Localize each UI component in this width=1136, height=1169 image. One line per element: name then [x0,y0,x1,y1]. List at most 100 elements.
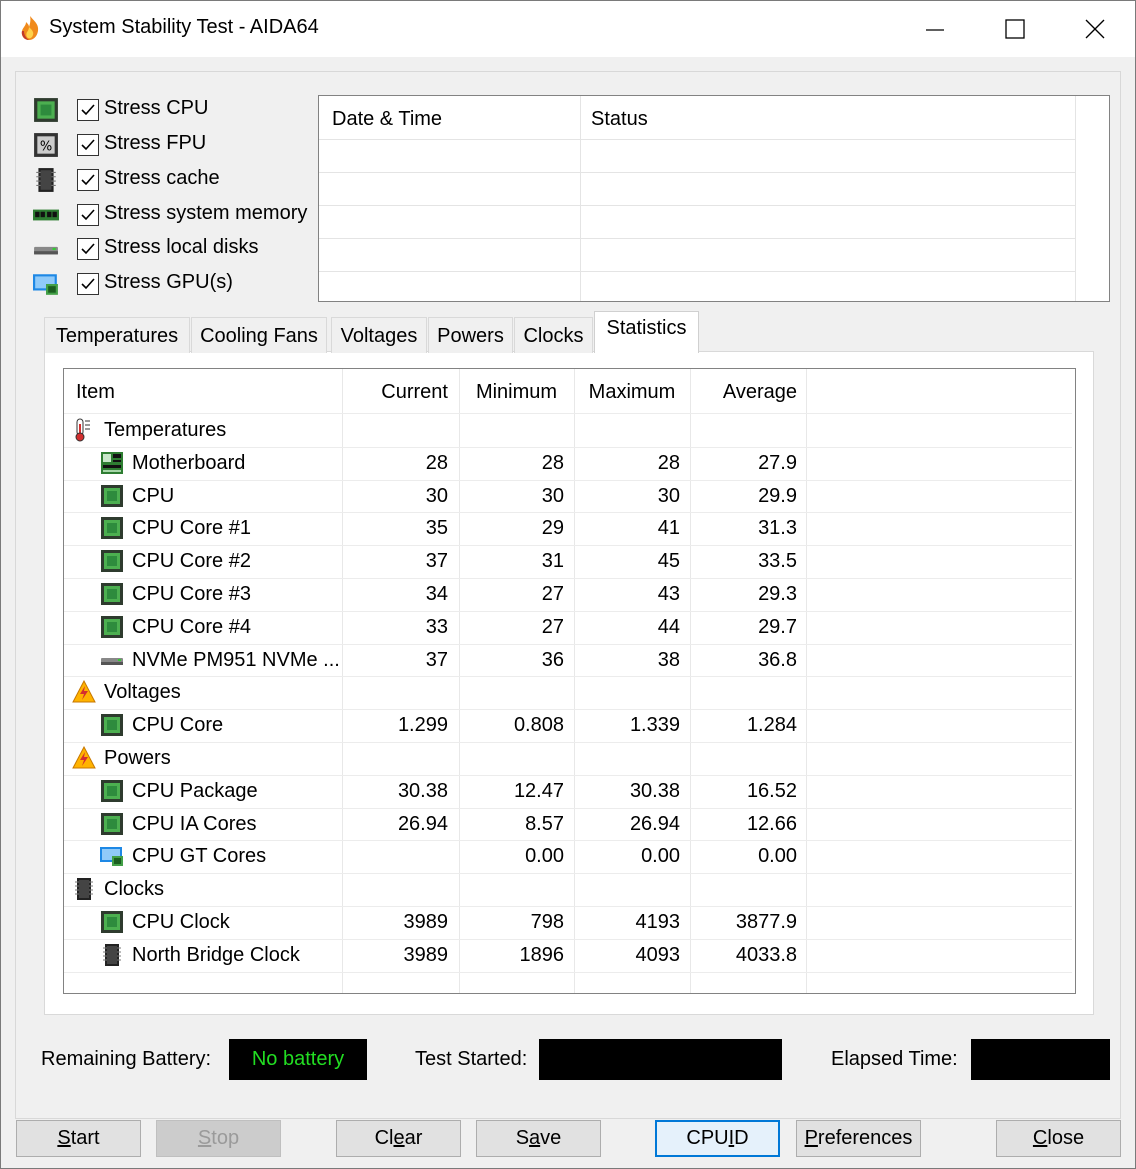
close-button[interactable]: Close [996,1120,1121,1157]
remaining-battery-label: Remaining Battery: [41,1048,212,1070]
cell-average: 36.8 [758,649,797,671]
window-title: System Stability Test - AIDA64 [49,16,319,38]
row-label: CPU Core #3 [132,583,251,605]
cell-maximum: 41 [657,517,680,539]
table-row[interactable]: CPU Core #2 37 31 45 33.5 [64,545,1072,578]
column-date-time[interactable]: Date & Time [332,108,442,131]
stress-option-label: Stress local disks [104,236,259,258]
row-label: CPU GT Cores [132,845,267,867]
cell-minimum: 0.00 [525,845,564,867]
tab-clocks[interactable]: Clocks [514,317,593,353]
stop-button[interactable]: Stop [156,1120,281,1157]
row-label: North Bridge Clock [132,944,300,966]
stress-option-label: Stress cache [104,167,220,189]
cell-average: 4033.8 [735,944,797,966]
cell-minimum: 27 [541,583,564,605]
clear-button-label: ar [404,1127,423,1149]
cell-average: 3877.9 [735,911,797,933]
table-group-row[interactable]: Temperatures [64,414,1072,447]
preferences-button[interactable]: Preferences [796,1120,921,1157]
cell-minimum: 30 [541,485,564,507]
cpu-chip-icon [100,779,124,803]
stress-checkbox[interactable] [77,169,99,191]
column-item[interactable]: Item [76,381,115,404]
cell-maximum: 4093 [635,944,681,966]
table-group-row[interactable]: Powers [64,742,1072,775]
table-row[interactable]: CPU Package 30.38 12.47 30.38 16.52 [64,775,1072,808]
cell-current: 28 [425,452,448,474]
column-minimum[interactable]: Minimum [459,381,574,404]
start-button[interactable]: Start [16,1120,141,1157]
save-button[interactable]: Save [476,1120,601,1157]
stress-checkbox[interactable] [77,204,99,226]
column-maximum[interactable]: Maximum [574,381,690,404]
stress-checkbox[interactable] [77,238,99,260]
cell-minimum: 36 [541,649,564,671]
statistics-table[interactable]: Item Current Minimum Maximum Average Tem… [63,368,1076,994]
cell-minimum: 798 [530,911,564,933]
table-row[interactable]: CPU 30 30 30 29.9 [64,480,1072,513]
tab-statistics[interactable]: Statistics [594,311,699,353]
stress-option[interactable]: Stress system memory [33,198,323,230]
table-row[interactable]: CPU Core #3 34 27 43 29.3 [64,578,1072,611]
column-status[interactable]: Status [591,108,648,131]
battery-status-display: No battery [229,1039,367,1080]
cell-minimum: 0.808 [513,714,564,736]
table-row[interactable]: CPU IA Cores 26.94 8.57 26.94 12.66 [64,808,1072,841]
stress-option[interactable]: Stress GPU(s) [33,267,323,299]
table-group-row[interactable]: Voltages [64,676,1072,709]
table-row[interactable]: North Bridge Clock 3989 1896 4093 4033.8 [64,939,1072,972]
stress-option[interactable]: Stress CPU [33,93,323,125]
table-row[interactable]: CPU Core 1.299 0.808 1.339 1.284 [64,709,1072,742]
warning-voltage-icon [72,745,96,770]
warning-voltage-icon [72,679,96,704]
cpu-chip-icon [33,97,59,123]
table-row[interactable]: CPU Clock 3989 798 4193 3877.9 [64,906,1072,939]
cell-average: 29.9 [758,485,797,507]
cell-current: 37 [425,649,448,671]
tab-voltages[interactable]: Voltages [331,317,427,353]
row-label: CPU Core [132,714,224,736]
table-row[interactable]: CPU Core #1 35 29 41 31.3 [64,512,1072,545]
stress-checkbox[interactable] [77,134,99,156]
cell-current: 3989 [403,911,449,933]
title-bar[interactable]: System Stability Test - AIDA64 [1,1,1135,57]
close-button-accel: C [1032,1127,1048,1149]
table-row[interactable]: CPU GT Cores 0.00 0.00 0.00 [64,840,1072,873]
table-row[interactable]: CPU Core #4 33 27 44 29.7 [64,611,1072,644]
column-current[interactable]: Current [242,381,448,404]
stress-checkbox[interactable] [77,273,99,295]
cpu-chip-icon [100,713,124,737]
row-divider [319,205,1076,206]
tab-temperatures[interactable]: Temperatures [44,317,190,353]
close-button-label: lose [1047,1127,1085,1149]
start-button-label: tart [70,1127,100,1149]
row-label: CPU Clock [132,911,230,933]
clear-button-label-pre: Cl [374,1127,394,1149]
table-row[interactable]: Motherboard 28 28 28 27.9 [64,447,1072,480]
tab-cooling-fans[interactable]: Cooling Fans [191,317,327,353]
status-log-panel[interactable]: Date & Time Status [318,95,1110,302]
column-average[interactable]: Average [690,381,797,404]
stress-option[interactable]: % Stress FPU [33,128,323,160]
cpu-chip-icon [100,484,124,508]
cell-current: 30.38 [397,780,448,802]
cell-maximum: 30 [657,485,680,507]
row-divider [319,238,1076,239]
minimize-button[interactable] [896,1,976,57]
maximize-button[interactable] [976,1,1056,57]
close-window-button[interactable] [1056,1,1136,57]
cell-current: 37 [425,550,448,572]
stress-checkbox[interactable] [77,99,99,121]
table-group-row[interactable]: Clocks [64,873,1072,906]
tab-powers[interactable]: Powers [428,317,513,353]
cpuid-button-label: D [734,1127,749,1149]
table-row[interactable]: NVMe PM951 NVMe ... 37 36 38 36.8 [64,644,1072,677]
stop-button-accel: S [197,1127,212,1149]
cpuid-button[interactable]: CPUID [655,1120,780,1157]
elapsed-time-label: Elapsed Time: [831,1048,958,1070]
stress-option[interactable]: Stress local disks [33,232,323,264]
clear-button[interactable]: Clear [336,1120,461,1157]
cpu-chip-icon [100,516,124,540]
stress-option[interactable]: Stress cache [33,163,323,195]
